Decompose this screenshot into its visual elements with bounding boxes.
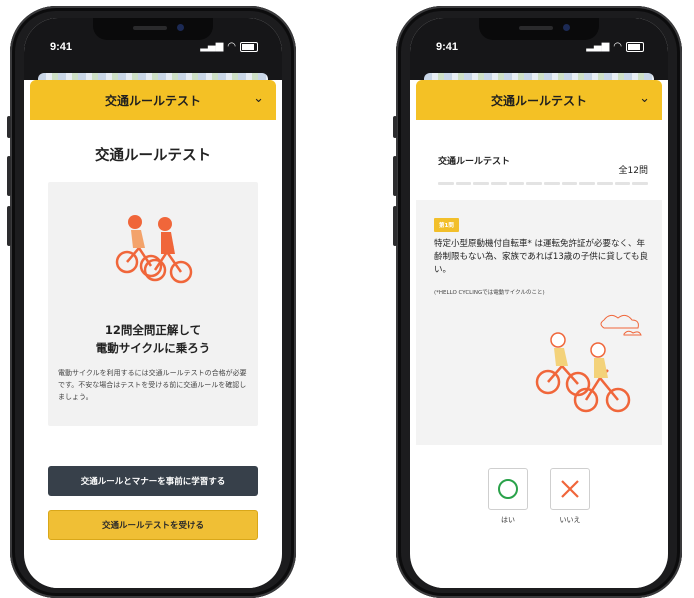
volume-up-button [7, 156, 11, 196]
chevron-down-icon[interactable]: ⌄ [639, 91, 650, 106]
progress-segment [508, 182, 525, 185]
battery-icon [626, 41, 644, 52]
sheet-content: 交通ルールテスト 12問全問正解して 電動サイクルに乗ろう 電動サイクルを利用す… [30, 120, 276, 588]
wifi-icon: ◠ [227, 41, 236, 52]
intro-card: 12問全問正解して 電動サイクルに乗ろう 電動サイクルを利用するには交通ルールテ… [48, 182, 258, 426]
card-headline-2: 電動サイクルに乗ろう [95, 341, 211, 355]
card-headline-1: 12問全問正解して [104, 323, 202, 337]
notch [479, 18, 599, 40]
progress-bar [438, 182, 649, 185]
question-count: 全12問 [618, 166, 648, 176]
take-test-button[interactable]: 交通ルールテストを受ける [48, 510, 258, 540]
answer-no[interactable]: いいえ [550, 468, 590, 525]
circle-icon [498, 479, 518, 499]
progress-segment [438, 182, 454, 185]
sheet-header-title: 交通ルールテスト [104, 93, 201, 108]
signal-icon: ▂▄▆ [586, 41, 610, 52]
volume-down-button [393, 206, 397, 246]
speaker [133, 26, 167, 30]
progress-segment [561, 182, 578, 185]
mute-switch [7, 116, 11, 138]
progress-segment [614, 182, 631, 185]
phone-frame-left: 9:41 ▂▄▆ ◠ 交通ルールテスト ⌄ 交通ルールテスト 12問全問正解して… [7, 6, 296, 598]
battery-icon [240, 41, 258, 52]
status-time: 9:41 [436, 41, 459, 53]
progress-segment [491, 182, 507, 185]
screen-left: 9:41 ▂▄▆ ◠ 交通ルールテスト ⌄ 交通ルールテスト 12問全問正解して… [24, 18, 282, 588]
speaker [519, 26, 553, 30]
sheet-header-title: 交通ルールテスト [490, 93, 587, 108]
signal-icon: ▂▄▆ [200, 41, 224, 52]
status-icons: ▂▄▆ ◠ [586, 41, 644, 52]
answer-yes-label: はい [501, 516, 515, 524]
answer-options: はい いいえ [416, 468, 662, 525]
progress-segment [544, 182, 560, 185]
screen-right: 9:41 ▂▄▆ ◠ 交通ルールテスト ⌄ 交通ルールテスト 全12問 第1問 … [410, 18, 668, 588]
answer-yes[interactable]: はい [488, 468, 528, 525]
volume-down-button [7, 206, 11, 246]
notch [93, 18, 213, 40]
page-title: 交通ルールテスト [95, 148, 211, 164]
mute-switch [393, 116, 397, 138]
answer-no-box[interactable] [550, 468, 590, 510]
sheet-header[interactable]: 交通ルールテスト ⌄ [416, 80, 662, 120]
question-text: 特定小型原動機付自転車* は運転免許証が必要なく、年齢制限もない為、家族であれば… [434, 239, 649, 275]
learn-rules-button[interactable]: 交通ルールとマナーを事前に学習する [48, 466, 258, 496]
phone-frame-right: 9:41 ▂▄▆ ◠ 交通ルールテスト ⌄ 交通ルールテスト 全12問 第1問 … [393, 6, 682, 598]
question-note: (*HELLO CYCLINGでは電動サイクルのこと) [434, 290, 545, 296]
question-number-badge: 第1問 [434, 218, 459, 232]
quiz-title: 交通ルールテスト [438, 157, 511, 167]
front-camera [563, 24, 570, 31]
quiz-content: 交通ルールテスト 全12問 第1問 特定小型原動機付自転車* は運転免許証が必要… [416, 120, 662, 588]
wifi-icon: ◠ [613, 41, 622, 52]
progress-segment [579, 182, 596, 185]
volume-up-button [393, 156, 397, 196]
progress-segment [597, 182, 613, 185]
status-time: 9:41 [50, 41, 73, 53]
answer-yes-box[interactable] [488, 468, 528, 510]
cross-icon [561, 480, 579, 498]
status-bar: 9:41 ▂▄▆ ◠ [24, 18, 282, 80]
card-description: 電動サイクルを利用するには交通ルールテストの合格が必要です。不安な場合はテストを… [58, 369, 247, 401]
progress-segment [526, 182, 543, 185]
status-bar: 9:41 ▂▄▆ ◠ [410, 18, 668, 80]
progress-segment [632, 182, 649, 185]
status-icons: ▂▄▆ ◠ [200, 41, 258, 52]
front-camera [177, 24, 184, 31]
cyclists-illustration [535, 314, 642, 413]
progress-segment [455, 182, 472, 185]
chevron-down-icon[interactable]: ⌄ [253, 91, 264, 106]
sheet-header[interactable]: 交通ルールテスト ⌄ [30, 80, 276, 120]
answer-no-label: いいえ [559, 516, 581, 524]
question-area: 第1問 特定小型原動機付自転車* は運転免許証が必要なく、年齢制限もない為、家族… [416, 200, 662, 445]
cyclists-illustration [115, 215, 193, 284]
progress-segment [473, 182, 490, 185]
